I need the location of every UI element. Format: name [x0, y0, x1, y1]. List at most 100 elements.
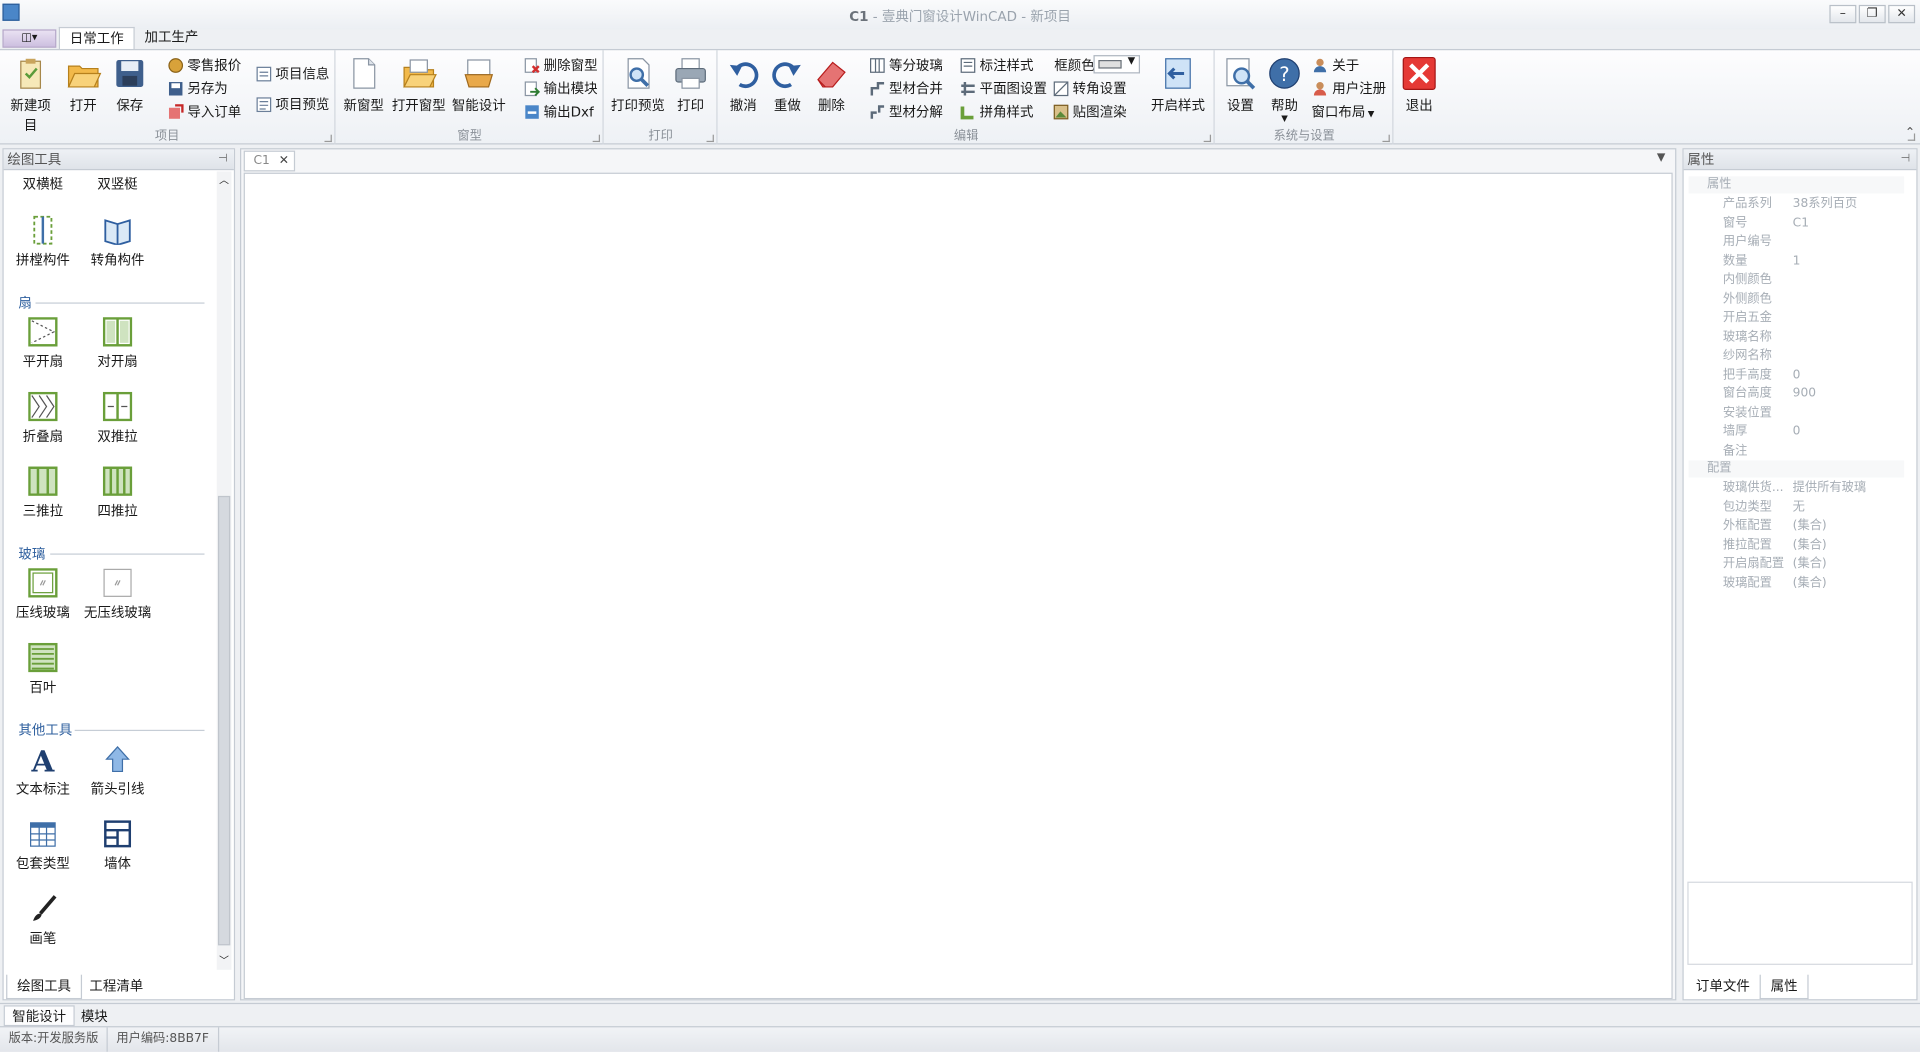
- restore-button[interactable]: ❐: [1858, 4, 1886, 24]
- property-row[interactable]: 窗号 C1: [1689, 214, 1905, 232]
- corner-style-button[interactable]: 拼角样式: [959, 102, 1033, 123]
- settings-button[interactable]: 设置: [1221, 55, 1260, 115]
- property-row[interactable]: 玻璃供货... 提供所有玻璃: [1689, 479, 1905, 497]
- window-layout-dropdown[interactable]: 窗口布局 ▼: [1311, 102, 1374, 123]
- property-row[interactable]: 外侧颜色: [1689, 290, 1905, 308]
- about-button[interactable]: 关于: [1311, 55, 1359, 76]
- project-preview-button[interactable]: 项目预览: [255, 94, 329, 115]
- tool-coupling-member[interactable]: 拼樘构件: [6, 215, 79, 270]
- tool-folding-sash[interactable]: 折叠扇: [6, 391, 79, 446]
- tool-double-slider[interactable]: 双推拉: [81, 391, 154, 446]
- open-button[interactable]: 打开: [64, 55, 103, 115]
- scroll-down-icon[interactable]: ﹀: [219, 954, 229, 967]
- application-menu-button[interactable]: ◫▾: [2, 29, 57, 48]
- collapse-ribbon-icon[interactable]: ⌃: [1905, 126, 1915, 139]
- minimize-button[interactable]: –: [1829, 4, 1857, 24]
- tool-text-annotation[interactable]: A 文本标注: [6, 743, 79, 798]
- delete-window-type-button[interactable]: 删除窗型: [523, 55, 598, 76]
- property-row[interactable]: 玻璃配置 (集合): [1689, 574, 1905, 592]
- group-project-launcher[interactable]: [324, 134, 332, 143]
- property-row[interactable]: 包边类型 无: [1689, 498, 1905, 516]
- exit-button[interactable]: 退出: [1400, 55, 1439, 115]
- document-tab-c1[interactable]: C1 ✕: [243, 150, 296, 172]
- corner-settings-button[interactable]: 转角设置: [1052, 78, 1127, 99]
- tool-triple-slider[interactable]: 三推拉: [6, 466, 79, 521]
- tool-beadless-glass[interactable]: 无压线玻璃: [81, 568, 154, 622]
- import-order-button[interactable]: 导入订单: [167, 102, 241, 123]
- tool-wall[interactable]: 墙体: [81, 819, 154, 873]
- tool-louver[interactable]: 百叶: [6, 642, 79, 697]
- property-row[interactable]: 开启五金: [1689, 309, 1905, 327]
- tool-double-mullion[interactable]: 双竖梃: [81, 174, 154, 194]
- frame-color-picker[interactable]: ▼: [1093, 55, 1141, 74]
- drawing-canvas[interactable]: [243, 172, 1673, 1000]
- texture-render-button[interactable]: 贴图渲染: [1052, 102, 1127, 123]
- tool-double-casement[interactable]: 对开扇: [81, 317, 154, 371]
- export-dxf-button[interactable]: 输出Dxf: [523, 102, 594, 123]
- tool-quad-slider[interactable]: 四推拉: [81, 466, 154, 521]
- save-as-button[interactable]: 另存为: [167, 78, 228, 99]
- group-print-launcher[interactable]: [706, 134, 714, 143]
- scroll-up-icon[interactable]: ︿: [219, 174, 229, 187]
- save-button[interactable]: 保存: [110, 55, 149, 115]
- tab-list-dropdown-icon[interactable]: ▼: [1657, 152, 1665, 164]
- group-window-type-launcher[interactable]: [592, 134, 601, 143]
- tab-drawing-tools[interactable]: 绘图工具: [6, 974, 83, 1000]
- group-system-launcher[interactable]: [1382, 134, 1390, 143]
- tab-smart-design[interactable]: 智能设计: [3, 1005, 75, 1027]
- dimension-style-button[interactable]: 标注样式: [959, 55, 1033, 76]
- property-row[interactable]: 外框配置 (集合): [1689, 517, 1905, 535]
- smart-design-button[interactable]: 智能设计: [452, 55, 506, 115]
- group-edit-launcher[interactable]: [1203, 134, 1212, 143]
- redo-button[interactable]: 重做: [768, 55, 807, 115]
- property-row[interactable]: 纱网名称: [1689, 347, 1905, 365]
- new-window-type-button[interactable]: 新窗型: [343, 55, 385, 115]
- plan-settings-button[interactable]: 平面图设置: [959, 78, 1047, 99]
- tab-project-list[interactable]: 工程清单: [80, 975, 153, 999]
- tab-properties[interactable]: 属性: [1759, 974, 1809, 1000]
- profile-split-button[interactable]: 型材分解: [868, 102, 943, 123]
- pin-icon[interactable]: ⊣: [218, 149, 228, 170]
- tab-order-files[interactable]: 订单文件: [1686, 975, 1759, 999]
- tool-arrow-leader[interactable]: 箭头引线: [81, 744, 154, 798]
- close-tab-icon[interactable]: ✕: [279, 152, 289, 172]
- property-row[interactable]: 用户编号: [1689, 233, 1905, 251]
- property-row[interactable]: 备注: [1689, 441, 1905, 459]
- property-row[interactable]: 墙厚 0: [1689, 422, 1905, 440]
- new-project-button[interactable]: 新建项目: [5, 55, 56, 135]
- property-category-properties[interactable]: 属性: [1688, 176, 1905, 194]
- tool-double-transom[interactable]: 双横梃: [6, 174, 79, 194]
- property-category-config[interactable]: 配置: [1688, 460, 1905, 478]
- property-row[interactable]: 把手高度 0: [1689, 366, 1905, 384]
- tab-modules[interactable]: 模块: [72, 1005, 116, 1026]
- tool-corner-member[interactable]: 转角构件: [81, 216, 154, 270]
- scrollbar-thumb[interactable]: [217, 495, 231, 946]
- property-row[interactable]: 推拉配置 (集合): [1689, 536, 1905, 554]
- tools-scrollbar[interactable]: ︿ ﹀: [216, 171, 232, 970]
- property-row[interactable]: 内侧颜色: [1689, 271, 1905, 289]
- tool-brush[interactable]: 画笔: [6, 894, 79, 948]
- delete-button[interactable]: 删除: [812, 55, 851, 115]
- open-style-button[interactable]: 开启样式: [1150, 55, 1206, 115]
- tool-casing-type[interactable]: 包套类型: [6, 819, 79, 873]
- print-preview-button[interactable]: 打印预览: [610, 55, 666, 115]
- tab-daily-work[interactable]: 日常工作: [58, 26, 135, 49]
- undo-button[interactable]: 撤消: [724, 55, 763, 115]
- glass-split-button[interactable]: 等分玻璃: [868, 55, 943, 76]
- help-button[interactable]: ? 帮助 ▼: [1265, 55, 1304, 123]
- tool-casement-sash[interactable]: 平开扇: [6, 317, 79, 371]
- profile-merge-button[interactable]: 型材合并: [868, 78, 943, 99]
- property-row[interactable]: 数量 1: [1689, 252, 1905, 270]
- project-info-button[interactable]: 项目信息: [255, 64, 329, 85]
- user-register-button[interactable]: 用户注册: [1311, 78, 1386, 99]
- property-row[interactable]: 玻璃名称: [1689, 328, 1905, 346]
- property-row[interactable]: 安装位置: [1689, 403, 1905, 421]
- property-row[interactable]: 产品系列 38系列百页: [1689, 195, 1905, 213]
- export-module-button[interactable]: 输出模块: [523, 78, 598, 99]
- property-row[interactable]: 开启扇配置 (集合): [1689, 555, 1905, 573]
- tool-beaded-glass[interactable]: 压线玻璃: [6, 568, 79, 622]
- print-button[interactable]: 打印: [671, 55, 710, 115]
- pin-icon[interactable]: ⊣: [1901, 149, 1911, 170]
- close-button[interactable]: ✕: [1888, 4, 1916, 24]
- retail-quote-button[interactable]: 零售报价: [167, 55, 241, 76]
